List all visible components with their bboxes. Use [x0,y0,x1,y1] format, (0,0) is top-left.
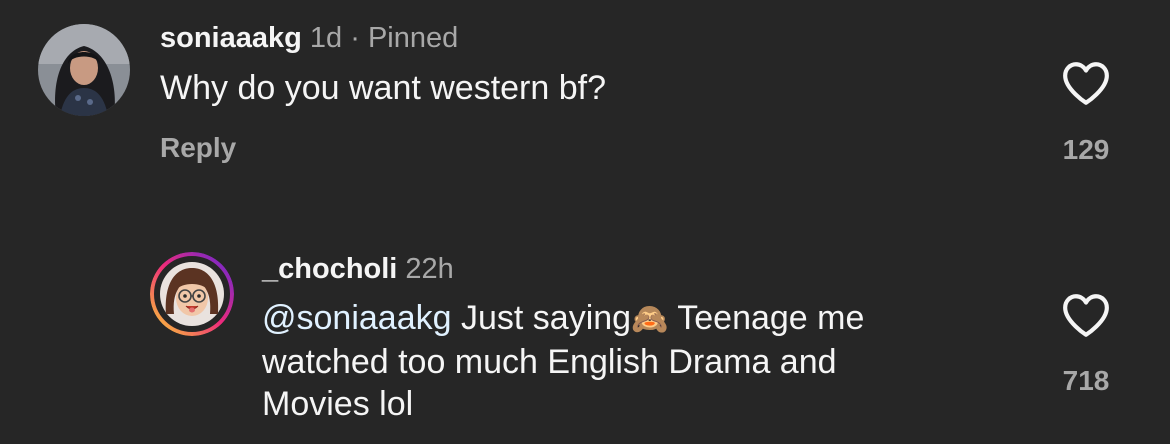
comment-text-segment: Teenage me [668,299,865,337]
pinned-label: Pinned [367,22,459,54]
reply-button[interactable]: Reply [160,131,236,165]
comment-text: Why do you want western bf? [160,69,607,107]
like-control [1056,292,1116,338]
avatar-chocholi[interactable] [150,252,234,336]
username[interactable]: _chocholi [262,253,397,285]
heart-outline-icon[interactable] [1061,60,1111,106]
avatar-memoji [150,252,234,336]
like-count: 129 [1062,134,1110,165]
meta-separator: · [350,22,360,54]
avatar-soniaaakg[interactable] [38,24,130,116]
see-no-evil-monkey-emoji: 🙈 [631,303,669,336]
comment-text: @soniaaakg Just saying🙈 Teenage me watch… [262,297,1022,425]
mention-link[interactable]: @soniaaakg [262,299,452,337]
comment-text-segment: Just saying [451,299,632,337]
like-control [1056,60,1116,106]
like-count: 718 [1062,365,1110,396]
username[interactable]: soniaaakg [160,22,302,54]
comment-meta: _chocholi 22h [262,251,454,287]
comment-text-line-2: watched too much English Drama and [262,343,837,381]
heart-outline-icon[interactable] [1061,292,1111,338]
avatar-photo [38,24,130,116]
timestamp: 22h [405,253,454,285]
timestamp: 1d [309,22,343,54]
comment-text-line-1: @soniaaakg Just saying🙈 Teenage me [262,297,1022,341]
comment-text-line-3: Movies lol [262,385,414,423]
comment-meta: soniaaakg 1d · Pinned [160,20,458,56]
